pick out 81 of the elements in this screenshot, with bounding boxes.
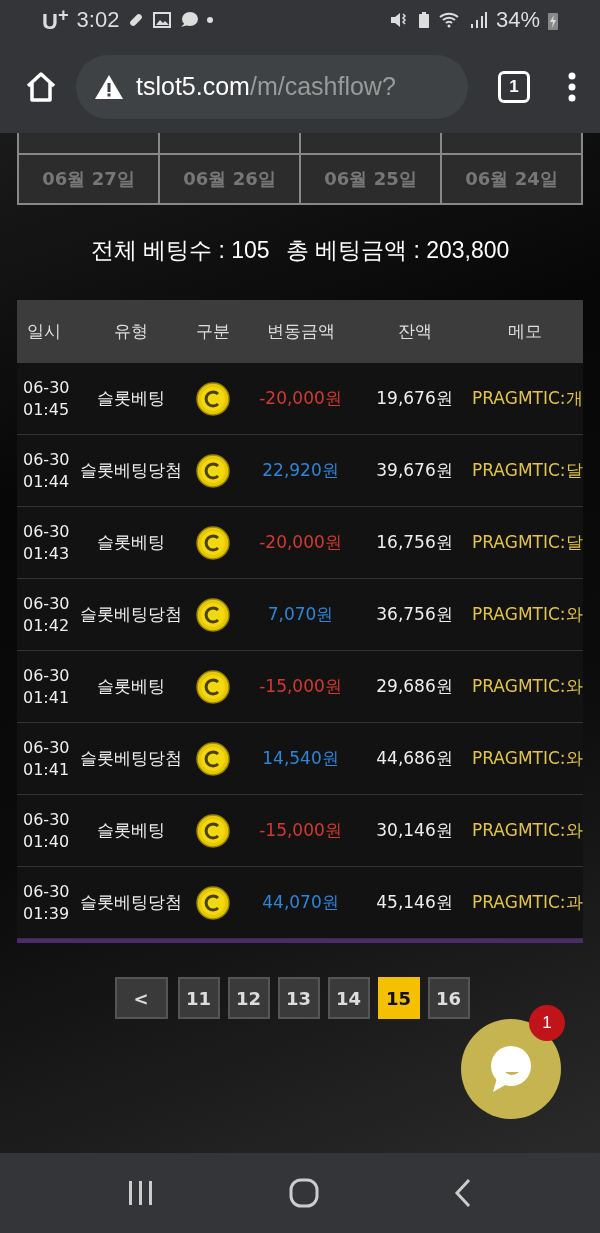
memo-cell-text: PRAGMTIC:개: [471, 387, 583, 410]
type-cell-text: 슬롯베팅: [96, 675, 166, 698]
balance-cell-text: 44,686원: [375, 747, 454, 770]
page-button[interactable]: 12: [227, 977, 270, 1019]
memo-cell-text: PRAGMTIC:와: [471, 675, 583, 698]
datetime-cell-text: 06-30 01:42: [22, 592, 71, 637]
battery-percent: 34%: [495, 7, 540, 33]
address-bar[interactable]: tslot5.com/m/cashflow?: [76, 54, 468, 119]
coin-icon: [196, 453, 230, 488]
column-header: 일시: [26, 320, 62, 343]
balance-cell-text: 36,756원: [375, 603, 454, 626]
coin-icon: [196, 597, 230, 632]
memo-cell-text: PRAGMTIC:와: [471, 819, 583, 842]
type-cell-text: 슬롯베팅: [96, 819, 166, 842]
type-cell-text: 슬롯베팅: [96, 387, 166, 410]
datetime-cell-text: 06-30 01:43: [22, 520, 71, 565]
coin-icon: [196, 885, 230, 920]
page-button[interactable]: 13: [277, 977, 320, 1019]
column-header: 유형: [113, 320, 149, 343]
column-header: 변동금액: [265, 320, 336, 343]
amount-cell-text: 44,070원: [261, 891, 340, 914]
coin-icon: [196, 741, 230, 776]
column-header: 메모: [507, 320, 543, 343]
memo-cell-text: PRAGMTIC:달: [471, 459, 583, 482]
datetime-cell-text: 06-30 01:44: [22, 448, 71, 493]
balance-cell-text: 30,146원: [375, 819, 454, 842]
carrier-label: U$^{+}$: [42, 4, 69, 36]
bet-count: 전체 베팅수 : 105: [90, 236, 270, 265]
coin-icon: [196, 669, 230, 704]
column-header: 잔액: [396, 320, 433, 343]
type-cell-text: 슬롯베팅당첨: [79, 891, 183, 914]
amount-cell-text: 14,540원: [261, 747, 340, 770]
battery-charging-icon: [548, 10, 558, 30]
amount-cell-text: -20,000원: [258, 387, 343, 410]
chat-bubble-icon: [179, 11, 200, 29]
type-cell-text: 슬롯베팅: [96, 531, 166, 554]
coin-icon: [196, 381, 230, 416]
back-icon[interactable]: [453, 1178, 473, 1208]
more-menu-icon[interactable]: [568, 71, 576, 102]
home-icon[interactable]: [24, 70, 58, 103]
battery-saver-icon: [417, 11, 430, 29]
notification-badge: 1: [529, 1005, 565, 1041]
warning-icon: [94, 73, 124, 100]
memo-cell-text: PRAGMTIC:달: [471, 531, 583, 554]
type-cell-text: 슬롯베팅당첨: [79, 603, 183, 626]
signal-icon: [469, 11, 488, 29]
balance-cell-text: 16,756원: [375, 531, 454, 554]
memo-cell-text: PRAGMTIC:와: [471, 603, 583, 626]
balance-cell-text: 29,686원: [375, 675, 454, 698]
memo-cell-text: PRAGMTIC:과: [471, 891, 583, 914]
amount-cell-text: -15,000원: [258, 675, 343, 698]
dot-icon: [207, 17, 214, 23]
page-button[interactable]: 16: [427, 977, 470, 1019]
memo-cell-text: PRAGMTIC:와: [471, 747, 583, 770]
balance-cell-text: 39,676원: [375, 459, 454, 482]
datetime-cell-text: 06-30 01:39: [22, 880, 71, 925]
type-cell-text: 슬롯베팅당첨: [79, 459, 183, 482]
type-cell-text: 슬롯베팅당첨: [79, 747, 183, 770]
home-icon[interactable]: [289, 1178, 319, 1208]
datetime-cell-text: 06-30 01:40: [22, 808, 71, 853]
amount-cell-text: 22,920원: [261, 459, 340, 482]
recent-apps-icon[interactable]: [127, 1180, 155, 1206]
coin-icon: [196, 813, 230, 848]
page-button[interactable]: 15: [377, 977, 420, 1019]
bet-total: 총 베팅금액 : 203,800: [285, 236, 510, 265]
image-icon: [153, 11, 172, 29]
balance-cell-text: 45,146원: [375, 891, 454, 914]
tab-count-button[interactable]: 1: [498, 70, 530, 103]
clock-time: 3:02: [76, 7, 120, 33]
datetime-cell-text: 06-30 01:45: [22, 376, 71, 421]
column-header: 구분: [195, 320, 231, 343]
page-button[interactable]: 14: [327, 977, 370, 1019]
amount-cell-text: -20,000원: [258, 531, 343, 554]
balance-cell-text: 19,676원: [375, 387, 454, 410]
datetime-cell-text: 06-30 01:41: [22, 664, 71, 709]
amount-cell-text: 7,070원: [266, 603, 335, 626]
page-button[interactable]: 11: [177, 977, 220, 1019]
coin-icon: [196, 525, 230, 560]
page-button[interactable]: <: [114, 977, 168, 1019]
datetime-cell-text: 06-30 01:41: [22, 736, 71, 781]
amount-cell-text: -15,000원: [258, 819, 343, 842]
